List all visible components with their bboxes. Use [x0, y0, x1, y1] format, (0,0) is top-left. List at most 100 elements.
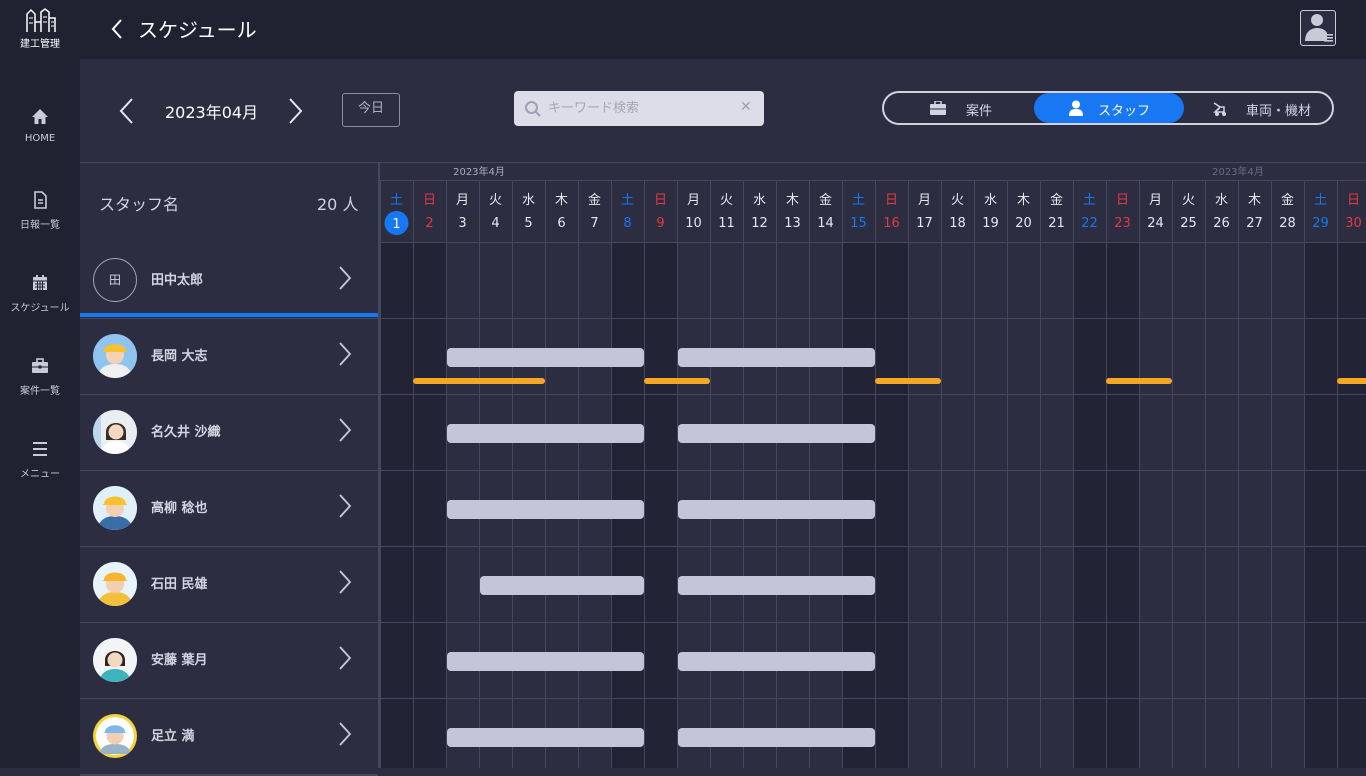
day-number: 4: [491, 216, 499, 231]
schedule-bar: [678, 576, 875, 595]
search-input[interactable]: [548, 99, 728, 117]
back-button[interactable]: [108, 16, 128, 42]
weekend-column: [875, 242, 908, 768]
sidebar-item-home[interactable]: HOME: [0, 107, 80, 144]
weekday-label: 金: [1281, 192, 1294, 208]
document-icon: [34, 191, 47, 209]
staff-name: 田中太郎: [151, 273, 204, 288]
worker-avatar-icon: [93, 334, 137, 378]
weekday-label: 月: [687, 193, 700, 208]
weekday-label: 火: [489, 193, 502, 208]
staff-row[interactable]: 石田 民雄: [80, 547, 378, 624]
sidebar-item-label: 日報一覧: [20, 220, 60, 231]
day-number: 2: [425, 216, 433, 231]
staff-name: 名久井 沙織: [151, 425, 221, 440]
tab-staff[interactable]: スタッフ: [1034, 93, 1184, 123]
weekday-label: 土: [1083, 193, 1096, 208]
day-number: 30: [1345, 216, 1362, 231]
weekday-label: 水: [984, 193, 997, 208]
marker-bar: [413, 378, 545, 384]
avatar: [93, 638, 137, 682]
staff-row[interactable]: 安藤 葉月: [80, 623, 378, 700]
staff-column-title: スタッフ名: [99, 195, 180, 214]
day-number: 25: [1180, 216, 1197, 231]
sidebar-item-projects[interactable]: 案件一覧: [0, 356, 80, 397]
weekday-label: 木: [1248, 193, 1261, 208]
weekday-label: 土: [852, 193, 865, 208]
staff-name: 安藤 葉月: [151, 653, 208, 668]
weekday-label: 日: [423, 193, 436, 208]
weekday-label: 土: [390, 193, 403, 208]
next-month-button[interactable]: [286, 96, 304, 126]
day-number: 29: [1312, 216, 1329, 231]
tab-vehicles[interactable]: 車両・機材: [1184, 93, 1332, 123]
weekend-column: [380, 242, 413, 768]
weekday-label: 日: [1116, 193, 1129, 208]
weekday-label: 土: [1314, 193, 1327, 208]
month-label: 2023年4月: [1212, 165, 1264, 178]
menu-icon: [33, 442, 47, 456]
avatar-initial: 田: [93, 258, 137, 302]
day-number: 18: [949, 216, 966, 231]
day-number: 17: [916, 216, 933, 231]
day-number: 21: [1048, 216, 1065, 231]
home-icon: [32, 109, 48, 124]
sidebar-item-schedule[interactable]: スケジュール: [0, 273, 80, 314]
marker-bar: [644, 378, 710, 384]
avatar: [93, 714, 137, 758]
chevron-right-icon: [339, 570, 352, 594]
chevron-right-icon: [339, 266, 352, 290]
staff-row[interactable]: 名久井 沙織: [80, 395, 378, 472]
sidebar-item-menu[interactable]: メニュー: [0, 439, 80, 480]
avatar: [93, 334, 137, 378]
calendar-icon: [33, 275, 47, 290]
weekday-label: 日: [654, 193, 667, 208]
staff-name: 高柳 稔也: [151, 501, 208, 516]
day-number: 5: [524, 216, 532, 231]
month-label: 2023年4月: [453, 165, 505, 178]
tab-projects[interactable]: 案件: [884, 93, 1034, 123]
tab-label: 車両・機材: [1246, 104, 1312, 119]
day-number: 14: [817, 216, 834, 231]
chevron-right-icon: [339, 722, 352, 746]
clear-icon[interactable]: ✕: [740, 99, 752, 115]
weekday-label: 木: [555, 193, 568, 208]
staff-row[interactable]: 足立 満: [80, 699, 378, 776]
current-month: 2023年04月: [165, 103, 259, 122]
top-bar: 建工管理 スケジュール: [0, 0, 1366, 59]
sidebar-item-label: 案件一覧: [20, 386, 60, 397]
vehicle-icon: [1213, 102, 1226, 116]
app-logo[interactable]: 建工管理: [16, 8, 64, 54]
briefcase-icon: [930, 101, 946, 115]
sidebar-item-daily-reports[interactable]: 日報一覧: [0, 190, 80, 231]
today-button[interactable]: 今日: [342, 93, 400, 127]
weekend-column: [413, 242, 446, 768]
weekend-column: [1106, 242, 1139, 768]
day-number: 26: [1213, 216, 1230, 231]
account-button[interactable]: [1300, 10, 1336, 46]
staff-row[interactable]: 高柳 稔也: [80, 471, 378, 548]
tab-label: スタッフ: [1098, 104, 1151, 119]
schedule-chart: 2023年4月 2023年4月土 1 日 2 月 3 火 4 水 5 木 6 金 7 土 8 日 9 月 10 火 11 水 1…: [380, 162, 1366, 768]
weekday-label: 水: [753, 193, 766, 208]
schedule-bar: [447, 500, 644, 519]
selection-indicator: [80, 313, 378, 317]
staff-row[interactable]: 田 田中太郎: [80, 243, 378, 320]
day-number: 11: [718, 216, 735, 231]
chevron-right-icon: [289, 98, 303, 124]
day-number: 6: [557, 216, 565, 231]
weekday-label: 月: [918, 193, 931, 208]
schedule-grid: 2023年4月 2023年4月土 1 日 2 月 3 火 4 水 5 木 6 金 7 土 8 日 9 月 10 火 11 水 1…: [380, 162, 1366, 768]
logo-text: 建工管理: [20, 39, 60, 50]
prev-month-button[interactable]: [118, 96, 136, 126]
staff-row[interactable]: 長岡 大志: [80, 319, 378, 396]
day-number: 8: [623, 216, 631, 231]
weekend-column: [644, 242, 677, 768]
chevron-left-icon: [111, 19, 122, 39]
day-number: 13: [784, 216, 801, 231]
avatar: [93, 486, 137, 530]
schedule-bar: [678, 652, 875, 671]
search-box: ✕: [514, 91, 764, 126]
weekday-label: 木: [786, 193, 799, 208]
avatar: [93, 562, 137, 606]
